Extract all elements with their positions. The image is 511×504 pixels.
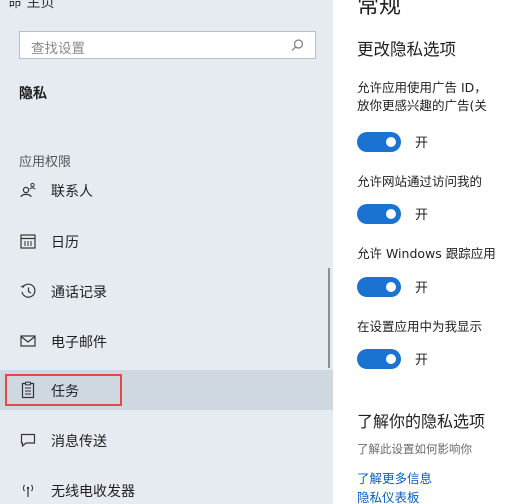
website-access-toggle[interactable]: [357, 204, 401, 224]
sidebar-item-email[interactable]: 电子邮件: [0, 321, 333, 361]
app-launch-tracking-toggle[interactable]: [357, 277, 401, 297]
toggle-state-label: 开: [415, 281, 429, 296]
option-desc: 允许应用使用广告 ID，: [357, 80, 487, 95]
sidebar-item-label: 消息传送: [51, 434, 107, 450]
sidebar-item-label: 电子邮件: [51, 335, 107, 351]
email-icon: [20, 335, 36, 347]
sidebar-item-call-history[interactable]: 通话记录: [0, 271, 333, 311]
option-desc: 允许网站通过访问我的: [357, 174, 483, 189]
page-title: 常规: [357, 0, 402, 19]
sidebar-item-calendar[interactable]: 日历: [0, 221, 333, 261]
sidebar-item-radios[interactable]: 无线电收发器: [0, 470, 333, 504]
section-title-privacy: 隐私: [19, 86, 47, 102]
option-desc: 放你更感兴趣的广告(关: [357, 98, 487, 113]
suggested-content-toggle[interactable]: [357, 349, 401, 369]
contacts-icon: [20, 182, 36, 198]
learn-more-link[interactable]: 了解更多信息: [357, 468, 432, 487]
advertising-id-toggle[interactable]: [357, 132, 401, 152]
calendar-icon: [20, 234, 36, 249]
toggle-state-label: 开: [415, 353, 429, 368]
sidebar: 命 主页 查找设置 隐私 应用权限 联系人 日历 通话记录 电子邮件 任务 消息…: [0, 0, 333, 504]
option-desc: 允许 Windows 跟踪应用: [357, 246, 496, 261]
group-label-app-permissions: 应用权限: [19, 155, 72, 170]
learn-privacy-desc: 了解此设置如何影响你: [357, 442, 472, 456]
learn-privacy-title: 了解你的隐私选项: [357, 412, 486, 431]
selection-highlight-box: [5, 374, 122, 406]
toggle-knob: [386, 137, 396, 147]
call-history-icon: [20, 283, 36, 298]
toggle-state-label: 开: [415, 208, 429, 223]
main-content: 常规 更改隐私选项 允许应用使用广告 ID， 放你更感兴趣的广告(关 开 允许网…: [333, 0, 511, 504]
section-title: 更改隐私选项: [357, 40, 456, 59]
privacy-dashboard-link[interactable]: 隐私仪表板: [357, 487, 420, 504]
toggle-knob: [386, 209, 396, 219]
sidebar-scrollbar[interactable]: [328, 268, 330, 368]
toggle-knob: [386, 282, 396, 292]
search-input[interactable]: 查找设置: [31, 37, 85, 57]
home-nav-clipped[interactable]: 命 主页: [8, 0, 54, 12]
search-icon[interactable]: [289, 38, 305, 54]
toggle-knob: [386, 354, 396, 364]
sidebar-item-label: 通话记录: [51, 285, 107, 301]
sidebar-item-messaging[interactable]: 消息传送: [0, 420, 333, 460]
sidebar-item-label: 日历: [51, 235, 79, 251]
sidebar-item-label: 联系人: [51, 184, 93, 200]
sidebar-item-contacts[interactable]: 联系人: [0, 170, 333, 210]
messaging-icon: [20, 433, 36, 448]
toggle-state-label: 开: [415, 136, 429, 151]
sidebar-item-label: 无线电收发器: [51, 484, 135, 500]
search-box[interactable]: 查找设置: [19, 31, 316, 59]
option-desc: 在设置应用中为我显示: [357, 319, 483, 334]
radio-icon: [22, 484, 34, 497]
